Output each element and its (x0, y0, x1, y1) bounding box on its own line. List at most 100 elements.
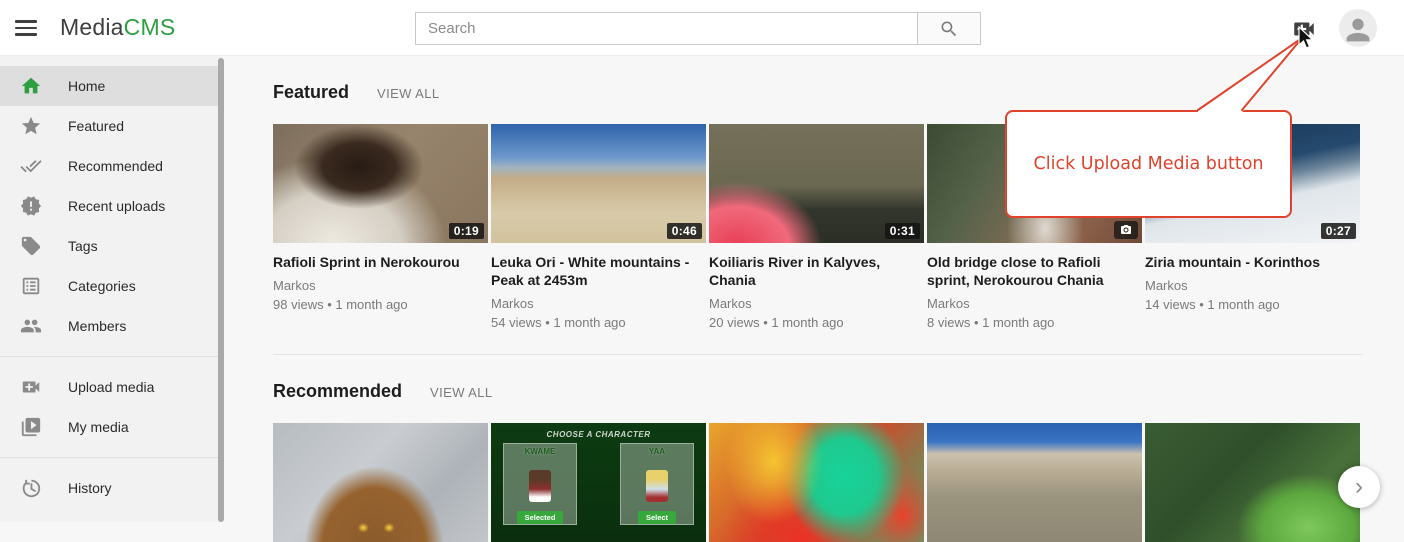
video-card[interactable]: 0:19 Rafioli Sprint in Nerokourou Markos… (273, 124, 488, 330)
chevron-right-icon: › (1355, 473, 1363, 501)
sidebar-divider (0, 356, 221, 357)
character-panel-right: YAA Select (620, 443, 694, 525)
video-author[interactable]: Markos (1145, 278, 1360, 293)
categories-icon (20, 275, 42, 297)
sidebar-item-my-media[interactable]: My media (0, 407, 221, 447)
menu-icon[interactable] (15, 16, 41, 40)
video-title[interactable]: Ziria mountain - Korinthos (1145, 253, 1360, 271)
video-thumbnail[interactable]: 0:31 (709, 124, 924, 243)
video-card[interactable]: 0:46 Leuka Ori - White mountains - Peak … (491, 124, 706, 330)
sidebar-item-label: Home (68, 78, 105, 94)
upload-media-icon (20, 376, 42, 398)
sidebar-item-label: Featured (68, 118, 124, 134)
video-author[interactable]: Markos (709, 296, 924, 311)
sidebar-divider (0, 457, 221, 458)
sidebar-item-members[interactable]: Members (0, 306, 221, 346)
character-sprite (646, 470, 668, 502)
character-name: KWAME (525, 447, 556, 456)
search-input[interactable] (415, 12, 918, 45)
mouse-cursor (1297, 26, 1317, 50)
character-name: YAA (649, 447, 665, 456)
character-panel-left: KWAME Selected (503, 443, 577, 525)
sidebar-item-label: Members (68, 318, 126, 334)
app-logo[interactable]: MediaCMS (60, 14, 175, 41)
video-author[interactable]: Markos (927, 296, 1142, 311)
search-button[interactable] (918, 12, 981, 45)
video-card[interactable]: CHOOSE A CHARACTER KWAME Selected YAA Se… (491, 423, 706, 542)
sidebar-item-history[interactable]: History (0, 468, 221, 508)
video-title[interactable]: Leuka Ori - White mountains - Peak at 24… (491, 253, 706, 289)
logo-cms: CMS (124, 14, 176, 40)
search-icon (939, 19, 959, 39)
section-title: Featured (273, 82, 349, 103)
sidebar: Home Featured Recommended Recent uploads… (0, 56, 221, 522)
recommended-view-all-link[interactable]: VIEW ALL (430, 385, 492, 400)
done-all-icon (20, 155, 42, 177)
thumb-overlay-title: CHOOSE A CHARACTER (491, 423, 706, 439)
video-meta: 54 views • 1 month ago (491, 315, 706, 330)
video-meta: 14 views • 1 month ago (1145, 297, 1360, 312)
sidebar-item-label: Recent uploads (68, 198, 165, 214)
video-title[interactable]: Koiliaris River in Kalyves, Chania (709, 253, 924, 289)
duration-badge: 0:31 (885, 223, 920, 239)
sidebar-item-label: Recommended (68, 158, 163, 174)
video-meta: 98 views • 1 month ago (273, 297, 488, 312)
sidebar-item-recommended[interactable]: Recommended (0, 146, 221, 186)
user-avatar[interactable] (1339, 9, 1377, 47)
video-card[interactable] (273, 423, 488, 542)
sidebar-item-upload-media[interactable]: Upload media (0, 367, 221, 407)
sidebar-item-label: Categories (68, 278, 136, 294)
sidebar-item-recent-uploads[interactable]: Recent uploads (0, 186, 221, 226)
annotation-callout: Click Upload Media button (1005, 110, 1292, 218)
video-card[interactable] (1145, 423, 1360, 542)
video-card[interactable]: 0:31 Koiliaris River in Kalyves, Chania … (709, 124, 924, 330)
recommended-cards-row: CHOOSE A CHARACTER KWAME Selected YAA Se… (273, 423, 1363, 542)
video-author[interactable]: Markos (273, 278, 488, 293)
sidebar-item-tags[interactable]: Tags (0, 226, 221, 266)
thumb-overlay-panels: KWAME Selected YAA Select (491, 439, 706, 525)
sidebar-item-label: Tags (68, 238, 98, 254)
featured-view-all-link[interactable]: VIEW ALL (377, 86, 439, 101)
logo-media: Media (60, 14, 124, 40)
video-thumbnail[interactable] (273, 423, 488, 542)
my-media-icon (20, 416, 42, 438)
members-icon (20, 315, 42, 337)
video-thumbnail[interactable]: CHOOSE A CHARACTER KWAME Selected YAA Se… (491, 423, 706, 542)
new-releases-icon (20, 195, 42, 217)
sidebar-item-label: My media (68, 419, 129, 435)
selected-button: Selected (517, 511, 564, 524)
video-thumbnail[interactable] (927, 423, 1142, 542)
video-card[interactable] (709, 423, 924, 542)
video-thumbnail[interactable]: 0:19 (273, 124, 488, 243)
video-thumbnail[interactable]: 0:46 (491, 124, 706, 243)
duration-badge: 0:27 (1321, 223, 1356, 239)
history-icon (20, 477, 42, 499)
sidebar-item-categories[interactable]: Categories (0, 266, 221, 306)
sidebar-scrollbar[interactable] (218, 58, 224, 522)
photo-camera-icon (1114, 221, 1138, 239)
home-icon (20, 75, 42, 97)
select-button: Select (638, 511, 676, 524)
video-thumbnail[interactable] (709, 423, 924, 542)
video-author[interactable]: Markos (491, 296, 706, 311)
duration-badge: 0:19 (449, 223, 484, 239)
video-meta: 20 views • 1 month ago (709, 315, 924, 330)
video-thumbnail[interactable] (1145, 423, 1360, 542)
carousel-next-button[interactable]: › (1338, 466, 1380, 508)
search-bar (415, 12, 981, 45)
sidebar-item-label: History (68, 480, 112, 496)
recommended-section-header: Recommended VIEW ALL (273, 381, 1404, 401)
character-sprite (529, 470, 551, 502)
video-card[interactable] (927, 423, 1142, 542)
tag-icon (20, 235, 42, 257)
annotation-text: Click Upload Media button (1034, 154, 1264, 174)
video-title[interactable]: Old bridge close to Rafioli sprint, Nero… (927, 253, 1142, 289)
sidebar-item-featured[interactable]: Featured (0, 106, 221, 146)
video-title[interactable]: Rafioli Sprint in Nerokourou (273, 253, 488, 271)
person-icon (1341, 13, 1375, 47)
sidebar-item-home[interactable]: Home (0, 66, 221, 106)
section-divider (273, 354, 1363, 355)
video-meta: 8 views • 1 month ago (927, 315, 1142, 330)
section-title: Recommended (273, 381, 402, 402)
star-icon (20, 115, 42, 137)
